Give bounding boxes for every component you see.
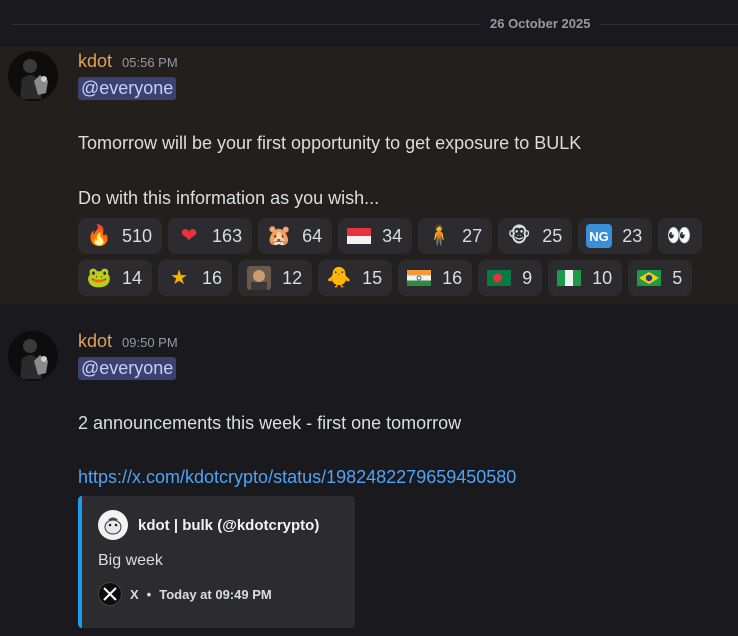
x-logo-icon xyxy=(98,582,122,606)
flag-indonesia-emoji-icon xyxy=(346,224,372,248)
message-header: kdot 09:50 PM xyxy=(78,331,178,352)
reactions-row: 🔥 510 ❤ 163 🐹 64 34 🧍 27 🐵 25 NG 23 👀 xyxy=(78,218,703,254)
reaction-person-photo[interactable]: 12 xyxy=(238,260,313,296)
message-text-line: Tomorrow will be your first opportunity … xyxy=(78,133,582,153)
avatar[interactable] xyxy=(8,51,58,101)
reaction-count: 9 xyxy=(522,267,533,288)
date-label: 26 October 2025 xyxy=(480,16,601,31)
monkey-emoji-icon: 🐵 xyxy=(507,225,531,247)
flag-brazil-emoji-icon xyxy=(636,266,662,290)
avatar-image xyxy=(8,331,58,381)
reaction-flag-india[interactable]: 16 xyxy=(398,260,473,296)
reaction-count: 16 xyxy=(442,267,463,288)
reaction-count: 34 xyxy=(382,225,403,246)
reaction-fire[interactable]: 🔥 510 xyxy=(78,218,163,254)
star-emoji-icon: ★ xyxy=(170,267,188,289)
message-2[interactable]: kdot 09:50 PM @everyone 2 announcements … xyxy=(0,326,738,636)
reaction-flag-bangladesh[interactable]: 9 xyxy=(478,260,543,296)
flag-india-emoji-icon xyxy=(406,266,432,290)
embed-author-row: kdot | bulk (@kdotcrypto) xyxy=(98,510,319,540)
tweet-embed[interactable]: kdot | bulk (@kdotcrypto) Big week X • T… xyxy=(78,496,355,628)
reaction-eyes[interactable]: 👀 xyxy=(658,218,703,254)
ng-sticker-emoji-icon: NG xyxy=(586,224,613,248)
author-name[interactable]: kdot xyxy=(78,331,112,352)
frog-emoji-icon: 🐸 xyxy=(86,267,112,289)
reaction-hamster[interactable]: 🐹 64 xyxy=(258,218,333,254)
reaction-monkey[interactable]: 🐵 25 xyxy=(498,218,573,254)
reaction-count: 510 xyxy=(122,225,153,246)
message-1[interactable]: kdot 05:56 PM @everyone Tomorrow will be… xyxy=(0,46,738,304)
reaction-ng[interactable]: NG 23 xyxy=(578,218,653,254)
embed-footer-separator: • xyxy=(146,586,152,602)
red-heart-emoji-icon: ❤ xyxy=(180,225,198,247)
eyes-emoji-icon: 👀 xyxy=(666,225,692,247)
reaction-frog[interactable]: 🐸 14 xyxy=(78,260,153,296)
date-divider: 26 October 2025 xyxy=(0,0,738,46)
flag-bangladesh-emoji-icon xyxy=(486,266,512,290)
embed-footer-source: X xyxy=(130,586,139,602)
embed-author-avatar[interactable] xyxy=(98,510,128,540)
reaction-duck[interactable]: 🐥 15 xyxy=(318,260,393,296)
reaction-count: 16 xyxy=(202,267,223,288)
reaction-flag-indonesia[interactable]: 34 xyxy=(338,218,413,254)
reaction-count: 163 xyxy=(212,225,243,246)
embed-footer-time: Today at 09:49 PM xyxy=(159,586,272,602)
reaction-count: 5 xyxy=(672,267,683,288)
figure-emoji-icon: 🧍 xyxy=(426,225,452,247)
everyone-mention[interactable]: @everyone xyxy=(78,357,177,380)
duck-emoji-icon: 🐥 xyxy=(326,267,352,289)
reaction-count: 64 xyxy=(302,225,323,246)
everyone-mention[interactable]: @everyone xyxy=(78,77,177,100)
message-text-line: 2 announcements this week - first one to… xyxy=(78,413,462,433)
embed-author-name[interactable]: kdot | bulk (@kdotcrypto) xyxy=(138,517,319,534)
reaction-heart[interactable]: ❤ 163 xyxy=(168,218,253,254)
message-header: kdot 05:56 PM xyxy=(78,51,178,72)
timestamp: 05:56 PM xyxy=(122,55,178,70)
embed-description: Big week xyxy=(98,552,163,569)
avatar[interactable] xyxy=(8,331,58,381)
reaction-figure[interactable]: 🧍 27 xyxy=(418,218,493,254)
reaction-count: 15 xyxy=(362,267,383,288)
tweet-link[interactable]: https://x.com/kdotcrypto/status/19824822… xyxy=(78,467,516,488)
message-text-line: Do with this information as you wish... xyxy=(78,188,380,208)
reaction-count: 14 xyxy=(122,267,143,288)
person-photo-emoji-icon xyxy=(246,266,272,290)
fire-emoji-icon: 🔥 xyxy=(86,225,112,247)
reaction-count: 12 xyxy=(282,267,303,288)
reaction-count: 27 xyxy=(462,225,483,246)
embed-footer: X • Today at 09:49 PM xyxy=(98,582,272,606)
timestamp: 09:50 PM xyxy=(122,335,178,350)
reaction-count: 10 xyxy=(592,267,613,288)
reaction-flag-nigeria[interactable]: 10 xyxy=(548,260,623,296)
avatar-image xyxy=(8,51,58,101)
hamster-emoji-icon: 🐹 xyxy=(266,225,292,247)
reactions-row: 🐸 14 ★ 16 12 🐥 15 16 9 10 5 xyxy=(78,260,693,296)
reaction-count: 23 xyxy=(622,225,643,246)
flag-nigeria-emoji-icon xyxy=(556,266,582,290)
reaction-star[interactable]: ★ 16 xyxy=(158,260,233,296)
reaction-count: 25 xyxy=(542,225,563,246)
reaction-flag-brazil[interactable]: 5 xyxy=(628,260,693,296)
divider-line xyxy=(12,24,738,25)
author-name[interactable]: kdot xyxy=(78,51,112,72)
svg-text:NG: NG xyxy=(589,229,609,244)
